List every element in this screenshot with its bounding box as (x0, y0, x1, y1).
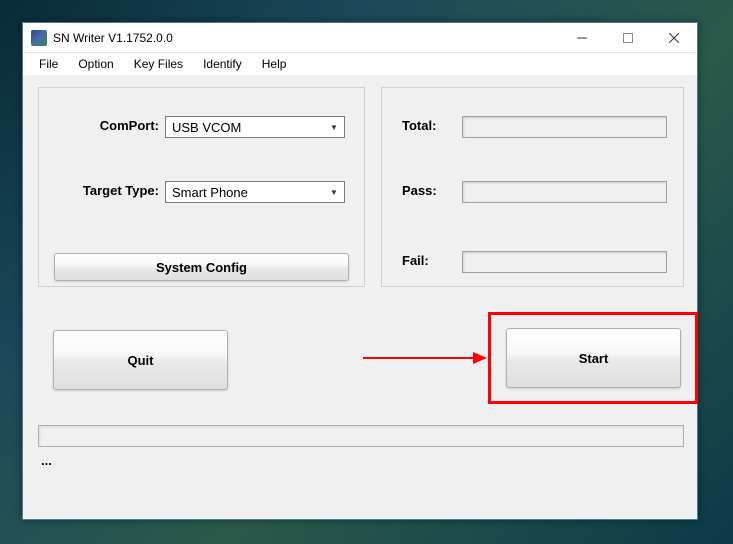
close-button[interactable] (651, 23, 697, 52)
pass-label: Pass: (402, 183, 452, 198)
start-button[interactable]: Start (506, 328, 681, 388)
system-config-button[interactable]: System Config (54, 253, 349, 281)
target-type-label: Target Type: (64, 183, 159, 198)
maximize-icon (623, 33, 633, 43)
status-text: ... (41, 453, 52, 468)
window-title: SN Writer V1.1752.0.0 (53, 31, 559, 45)
total-field (462, 116, 667, 138)
config-group: ComPort: USB VCOM ▼ Target Type: Smart P… (38, 87, 365, 287)
minimize-button[interactable] (559, 23, 605, 52)
target-type-select[interactable]: Smart Phone ▼ (165, 181, 345, 203)
chevron-down-icon: ▼ (326, 183, 342, 201)
start-label: Start (579, 351, 609, 366)
menu-identify[interactable]: Identify (193, 54, 252, 74)
menu-option[interactable]: Option (68, 54, 123, 74)
menubar: File Option Key Files Identify Help (23, 53, 697, 75)
fail-field (462, 251, 667, 273)
target-type-value: Smart Phone (172, 185, 248, 200)
comport-value: USB VCOM (172, 120, 241, 135)
titlebar[interactable]: SN Writer V1.1752.0.0 (23, 23, 697, 53)
minimize-icon (577, 33, 587, 43)
menu-help[interactable]: Help (252, 54, 297, 74)
system-config-label: System Config (156, 260, 247, 275)
quit-button[interactable]: Quit (53, 330, 228, 390)
window-controls (559, 23, 697, 52)
comport-select[interactable]: USB VCOM ▼ (165, 116, 345, 138)
client-area: ComPort: USB VCOM ▼ Target Type: Smart P… (23, 75, 697, 519)
menu-file[interactable]: File (29, 54, 68, 74)
maximize-button[interactable] (605, 23, 651, 52)
app-icon (31, 30, 47, 46)
quit-label: Quit (128, 353, 154, 368)
close-icon (669, 33, 679, 43)
annotation-arrow-icon (363, 348, 493, 368)
pass-field (462, 181, 667, 203)
fail-label: Fail: (402, 253, 452, 268)
chevron-down-icon: ▼ (326, 118, 342, 136)
stats-group: Total: Pass: Fail: (381, 87, 684, 287)
menu-keyfiles[interactable]: Key Files (124, 54, 193, 74)
progress-bar (38, 425, 684, 447)
total-label: Total: (402, 118, 452, 133)
app-window: SN Writer V1.1752.0.0 File Option Key Fi… (22, 22, 698, 520)
comport-label: ComPort: (64, 118, 159, 133)
